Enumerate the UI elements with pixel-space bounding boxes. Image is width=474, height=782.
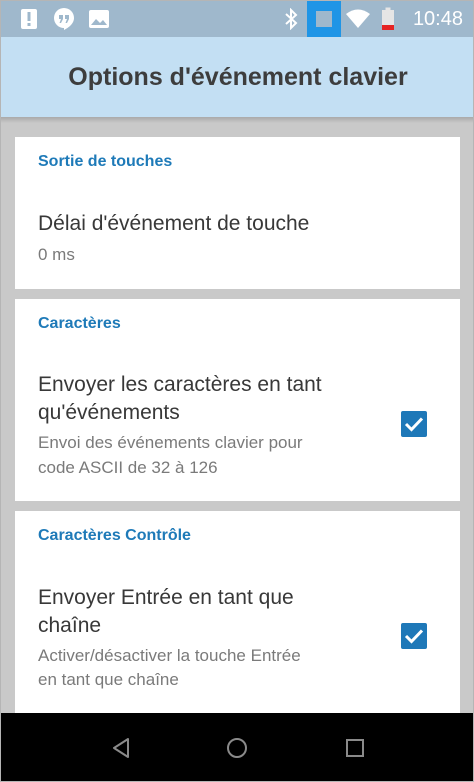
alert-icon	[19, 7, 39, 31]
section-card-characters: Caractères Envoyer les caractères en tan…	[15, 299, 460, 501]
pref-title-line-1: Envoyer Entrée en tant que	[38, 586, 294, 609]
keyboard-indicator-icon	[307, 1, 341, 37]
screen: 10:48 Options d'événement clavier Sortie…	[0, 0, 474, 782]
check-icon	[404, 417, 424, 432]
home-icon[interactable]	[225, 736, 249, 760]
section-header: Caractères	[38, 315, 121, 332]
page-title: Options d'événement clavier	[68, 62, 408, 91]
wifi-icon	[345, 7, 371, 31]
pref-summary-line-2: code ASCII de 32 à 126	[38, 458, 218, 477]
section-header: Sortie de touches	[38, 153, 173, 170]
pref-summary-line-2: en tant que chaîne	[38, 670, 179, 689]
check-icon	[404, 629, 424, 644]
pref-item-key-event-delay[interactable]: Délai d'événement de touche 0 ms	[15, 197, 460, 277]
hangouts-icon	[52, 7, 76, 31]
section-header: Caractères Contrôle	[38, 527, 191, 544]
pref-title-line-2: qu'événements	[38, 401, 180, 424]
app-bar: Options d'événement clavier	[1, 37, 473, 117]
navigation-bar	[1, 713, 473, 781]
pref-item-send-chars-as-events[interactable]: Envoyer les caractères en tant qu'événem…	[15, 363, 460, 487]
battery-low-icon	[379, 7, 397, 31]
pref-summary: 0 ms	[38, 245, 75, 264]
pref-title-line-1: Envoyer les caractères en tant	[38, 373, 322, 396]
app-bar-shadow	[1, 117, 473, 123]
clock: 10:48	[412, 8, 463, 30]
pref-item-send-enter-as-string[interactable]: Envoyer Entrée en tant que chaîne Active…	[15, 575, 460, 699]
status-bar: 10:48	[1, 1, 473, 37]
pref-title-line-2: chaîne	[38, 614, 102, 637]
section-card-key-output: Sortie de touches Délai d'événement de t…	[15, 137, 460, 289]
pref-summary-line-1: Activer/désactiver la touche Entrée	[38, 646, 301, 665]
section-card-control-characters: Caractères Contrôle Envoyer Entrée en ta…	[15, 511, 460, 713]
image-icon	[88, 7, 110, 31]
recents-icon[interactable]	[343, 736, 367, 760]
back-icon[interactable]	[109, 736, 133, 760]
send-enter-checkbox[interactable]	[401, 623, 427, 649]
pref-summary-line-1: Envoi des événements clavier pour	[38, 433, 303, 452]
bluetooth-icon	[281, 7, 301, 31]
pref-title: Délai d'événement de touche	[38, 212, 310, 235]
send-chars-checkbox[interactable]	[401, 411, 427, 437]
